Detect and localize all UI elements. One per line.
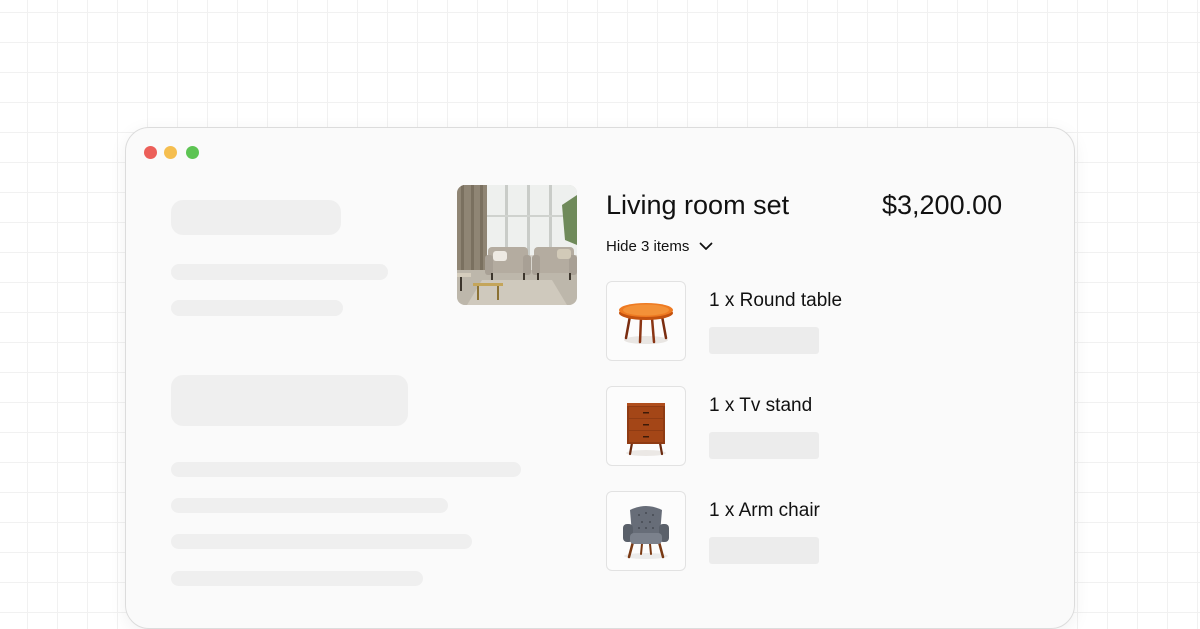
list-item[interactable]: 1 x Tv stand xyxy=(606,386,1026,466)
product-price: $3,200.00 xyxy=(882,190,1003,220)
list-item[interactable]: 1 x Round table xyxy=(606,281,1026,361)
tv-stand-image xyxy=(606,386,686,466)
chevron-down-icon xyxy=(699,242,713,250)
item-label: 1 x Round table xyxy=(709,290,843,311)
item-label: 1 x Arm chair xyxy=(709,500,820,521)
product-title: Living room set xyxy=(606,190,790,220)
skeleton-line xyxy=(171,571,423,586)
app-window: Living room set $3,200.00 Hide 3 items 1… xyxy=(125,127,1075,629)
round-table-image xyxy=(606,281,686,361)
skeleton-line xyxy=(171,264,388,280)
skeleton-line xyxy=(171,534,472,549)
window-minimize-button[interactable] xyxy=(164,146,177,159)
skeleton-line xyxy=(171,462,521,477)
item-label: 1 x Tv stand xyxy=(709,395,813,416)
arm-chair-image xyxy=(606,491,686,571)
skeleton-block xyxy=(171,375,408,426)
skeleton-heading xyxy=(171,200,341,235)
skeleton-line xyxy=(709,432,819,459)
window-close-button[interactable] xyxy=(144,146,157,159)
hide-items-toggle[interactable]: Hide 3 items xyxy=(606,236,713,256)
skeleton-line xyxy=(709,537,819,564)
window-maximize-button[interactable] xyxy=(186,146,199,159)
skeleton-line xyxy=(709,327,819,354)
skeleton-line xyxy=(171,300,343,316)
list-item[interactable]: 1 x Arm chair xyxy=(606,491,1026,571)
living-room-photo xyxy=(457,185,577,305)
toggle-label: Hide 3 items xyxy=(606,237,690,255)
skeleton-line xyxy=(171,498,448,513)
